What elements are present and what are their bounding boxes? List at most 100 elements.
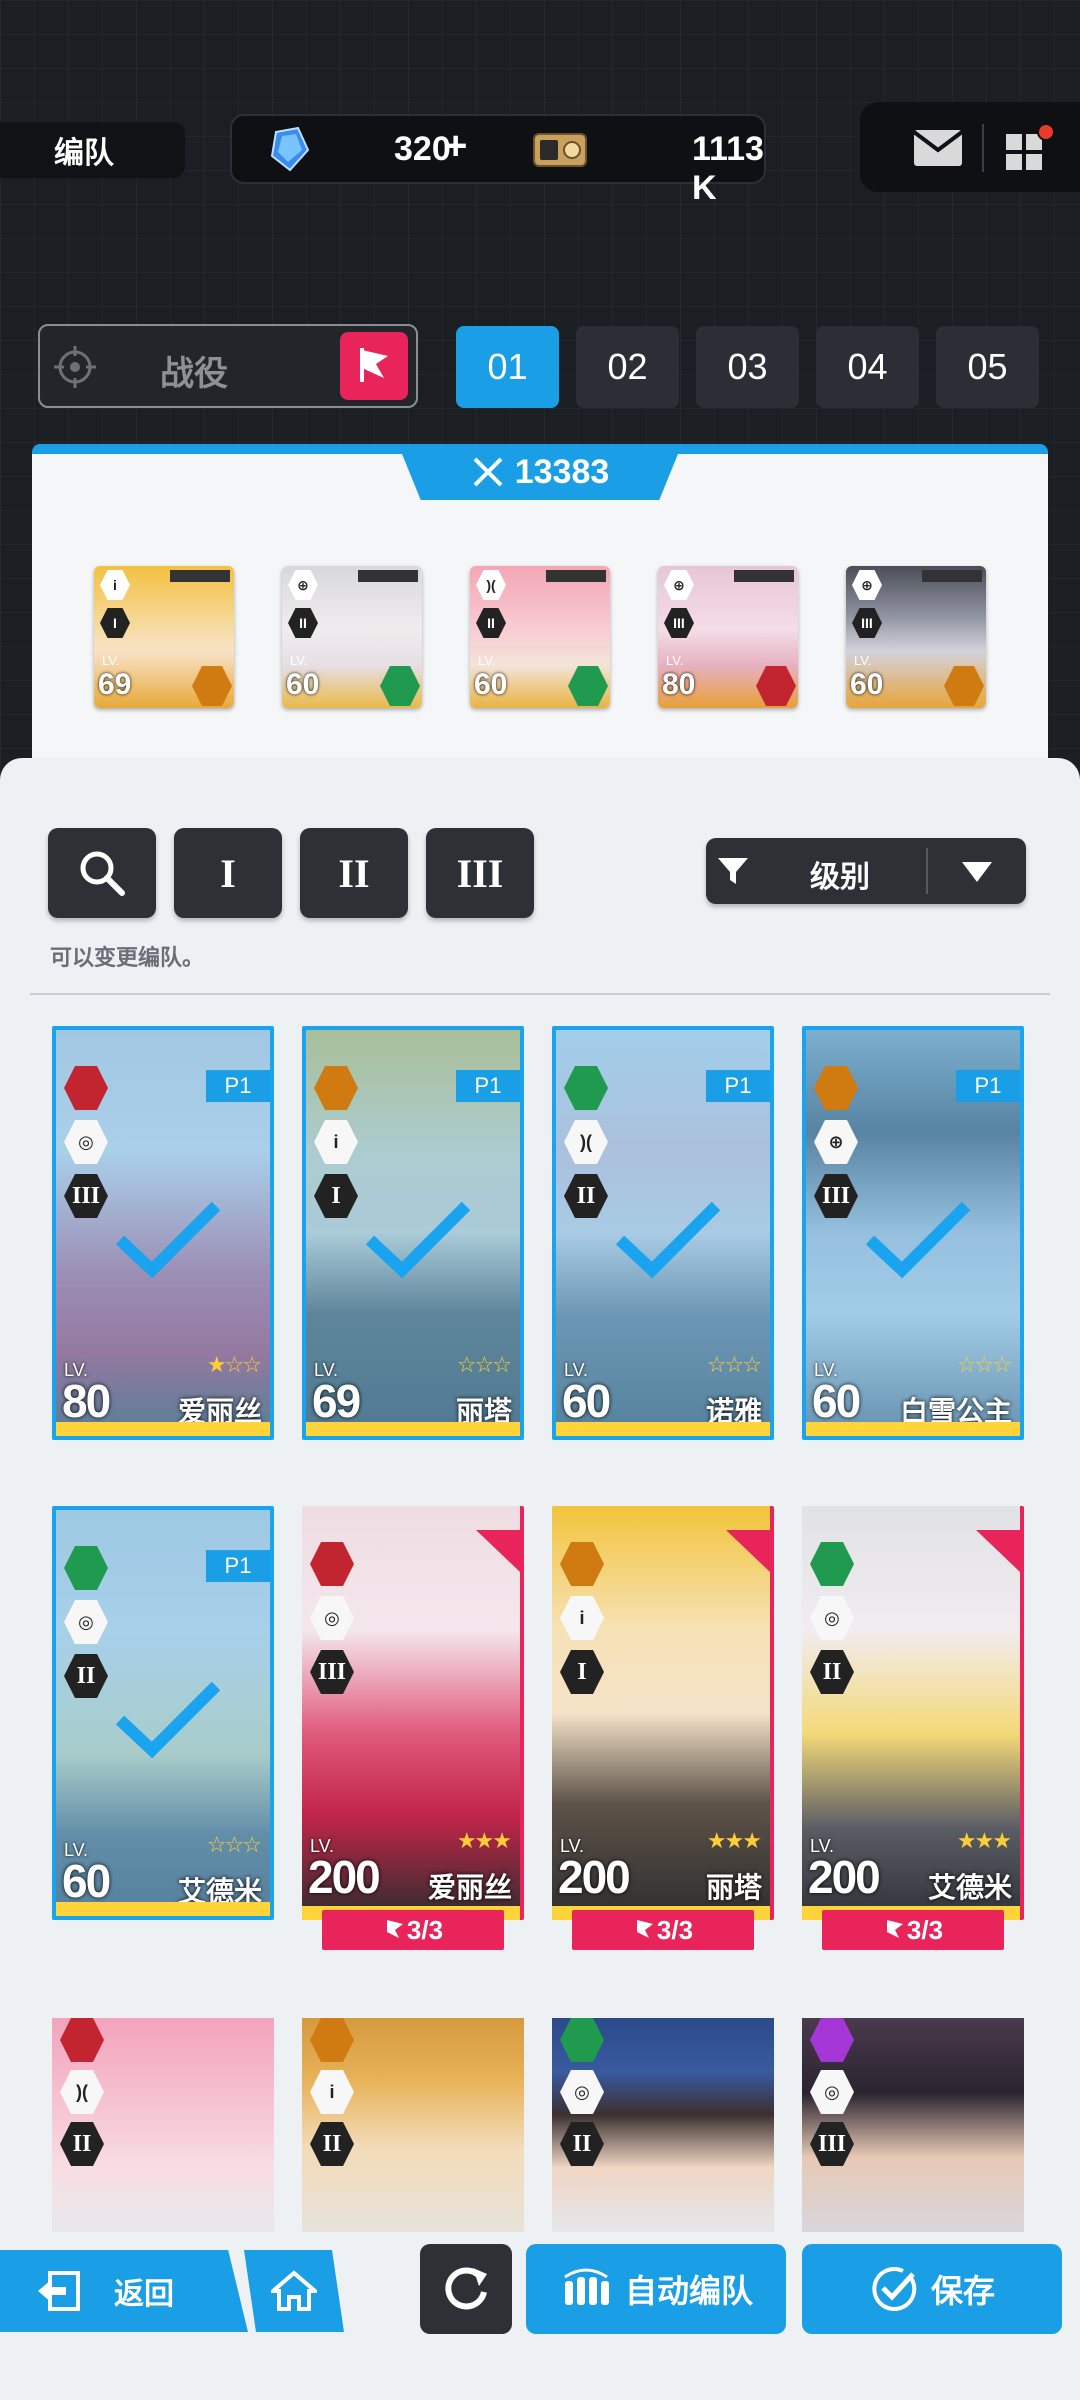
priority-tag: P1 <box>706 1070 770 1102</box>
character-name: 爱丽丝 <box>427 1872 512 1903</box>
burst-bar <box>734 570 794 582</box>
auto-formation-icon <box>564 2268 609 2305</box>
character-level: 60 <box>812 1375 861 1427</box>
campaign-flag-button[interactable] <box>340 332 408 400</box>
priority-tag: P1 <box>456 1070 520 1102</box>
filter-rank-3[interactable]: III <box>426 828 534 918</box>
flag-icon <box>636 1920 653 1938</box>
character-card[interactable]: ◎ II <box>552 2018 774 2232</box>
character-card[interactable]: P1 i I ☆☆☆ LV. 69 丽塔 <box>302 1026 524 1440</box>
mail-icon[interactable] <box>912 128 964 168</box>
menu-grid-icon[interactable] <box>1002 124 1062 172</box>
stars: ☆☆☆ <box>706 1352 762 1377</box>
combat-power: 13383 <box>398 444 682 500</box>
save-label: 保存 <box>930 2273 995 2309</box>
card-bar <box>56 1902 270 1916</box>
refresh-icon <box>445 2267 487 2310</box>
card-bar <box>806 1422 1020 1436</box>
priority-tag: P1 <box>206 1550 270 1582</box>
character-level: 200 <box>558 1851 631 1903</box>
campaign-selector[interactable]: 战役 <box>38 324 418 408</box>
character-name: 艾德米 <box>927 1872 1012 1903</box>
character-card[interactable]: i I ★★★ LV. 200 丽塔 <box>552 1506 774 1920</box>
character-card[interactable]: P1 ⊕ III ☆☆☆ LV. 60 白雪公主 <box>802 1026 1024 1440</box>
check-circle-icon <box>872 2267 917 2311</box>
character-card[interactable]: P1 )( II ☆☆☆ LV. 60 诺雅 <box>552 1026 774 1440</box>
character-card[interactable]: P1 ◎ III ★☆☆ LV. 80 爱丽丝 <box>52 1026 274 1440</box>
character-level: 69 <box>312 1375 361 1427</box>
stars: ★☆☆ <box>206 1352 262 1377</box>
squad-member-3[interactable]: )( II LV. 60 <box>470 566 610 708</box>
save-button[interactable]: 保存 <box>802 2244 1062 2334</box>
stars: ★★★ <box>706 1828 762 1853</box>
back-button[interactable]: 返回 <box>0 2250 248 2332</box>
sort-dropdown[interactable]: 级别 <box>706 838 1026 904</box>
level-label: LV. <box>102 653 120 668</box>
member-level: 60 <box>474 668 508 701</box>
character-name: 丽塔 <box>705 1872 762 1903</box>
squad-slot-05[interactable]: 05 <box>936 326 1039 408</box>
add-gems-button[interactable]: + <box>444 124 467 169</box>
character-level: 60 <box>562 1375 611 1427</box>
check-icon <box>115 1201 221 1279</box>
campaign-count-tag: 3/3 <box>572 1910 754 1950</box>
squad-slot-01[interactable]: 01 <box>456 326 559 408</box>
auto-squad-button[interactable]: 自动编队 <box>526 2244 786 2334</box>
character-card[interactable]: ◎ III <box>802 2018 1024 2232</box>
filter-funnel-icon <box>718 858 748 884</box>
campaign-count-tag: 3/3 <box>322 1910 504 1950</box>
character-level: 200 <box>308 1851 381 1903</box>
squad-slot-02[interactable]: 02 <box>576 326 679 408</box>
divider <box>926 848 928 894</box>
chevron-down-icon <box>962 862 992 882</box>
member-level: 60 <box>850 668 884 701</box>
back-label: 返回 <box>114 2278 174 2311</box>
stars: ☆☆☆ <box>206 1832 262 1857</box>
search-icon <box>80 851 125 896</box>
squad-member-4[interactable]: ⊕ III LV. 80 <box>658 566 798 708</box>
exit-icon <box>38 2271 80 2311</box>
flag-icon <box>360 348 388 382</box>
sort-label: 级别 <box>810 861 870 894</box>
gem-icon <box>270 126 310 172</box>
squad-member-2[interactable]: ⊕ II LV. 60 <box>282 566 422 708</box>
member-level: 80 <box>662 668 696 701</box>
home-button[interactable] <box>244 2250 344 2332</box>
filter-rank-1[interactable]: I <box>174 828 282 918</box>
check-icon <box>615 1201 721 1279</box>
level-label: LV. <box>290 653 308 668</box>
squad-member-1[interactable]: i I LV. 69 <box>94 566 234 708</box>
crossed-swords-icon <box>473 457 503 487</box>
filter-rank-2[interactable]: II <box>300 828 408 918</box>
stars: ★★★ <box>456 1828 512 1853</box>
squad-member-5[interactable]: ⊕ III LV. 60 <box>846 566 986 708</box>
priority-tag: P1 <box>206 1070 270 1102</box>
character-card[interactable]: )( II <box>52 2018 274 2232</box>
credit-icon <box>533 133 587 167</box>
target-icon <box>54 346 96 388</box>
reset-button[interactable] <box>420 2244 512 2334</box>
burst-bar <box>546 570 606 582</box>
campaign-count: 3/3 <box>906 1914 944 1945</box>
burst-bar <box>922 570 982 582</box>
top-right-menu <box>860 102 1080 192</box>
character-card[interactable]: P1 ◎ II ☆☆☆ LV. 60 艾德米 <box>52 1506 274 1920</box>
squad-slot-04[interactable]: 04 <box>816 326 919 408</box>
squad-slot-03[interactable]: 03 <box>696 326 799 408</box>
character-card[interactable]: ◎ III ★★★ LV. 200 爱丽丝 <box>302 1506 524 1920</box>
divider <box>982 124 984 172</box>
character-card[interactable]: i II <box>302 2018 524 2232</box>
credit-count: 1113 K <box>692 130 764 207</box>
member-level: 60 <box>286 668 320 701</box>
hint-text: 可以变更编队。 <box>50 945 205 970</box>
stars: ☆☆☆ <box>956 1352 1012 1377</box>
campaign-count-tag: 3/3 <box>822 1910 1004 1950</box>
flag-icon <box>386 1920 403 1938</box>
character-level: 200 <box>808 1851 881 1903</box>
level-label: LV. <box>666 653 684 668</box>
campaign-count: 3/3 <box>406 1914 444 1945</box>
character-card[interactable]: ◎ II ★★★ LV. 200 艾德米 <box>802 1506 1024 1920</box>
level-label: LV. <box>478 653 496 668</box>
squad-title: 编队 <box>0 122 185 178</box>
search-button[interactable] <box>48 828 156 918</box>
